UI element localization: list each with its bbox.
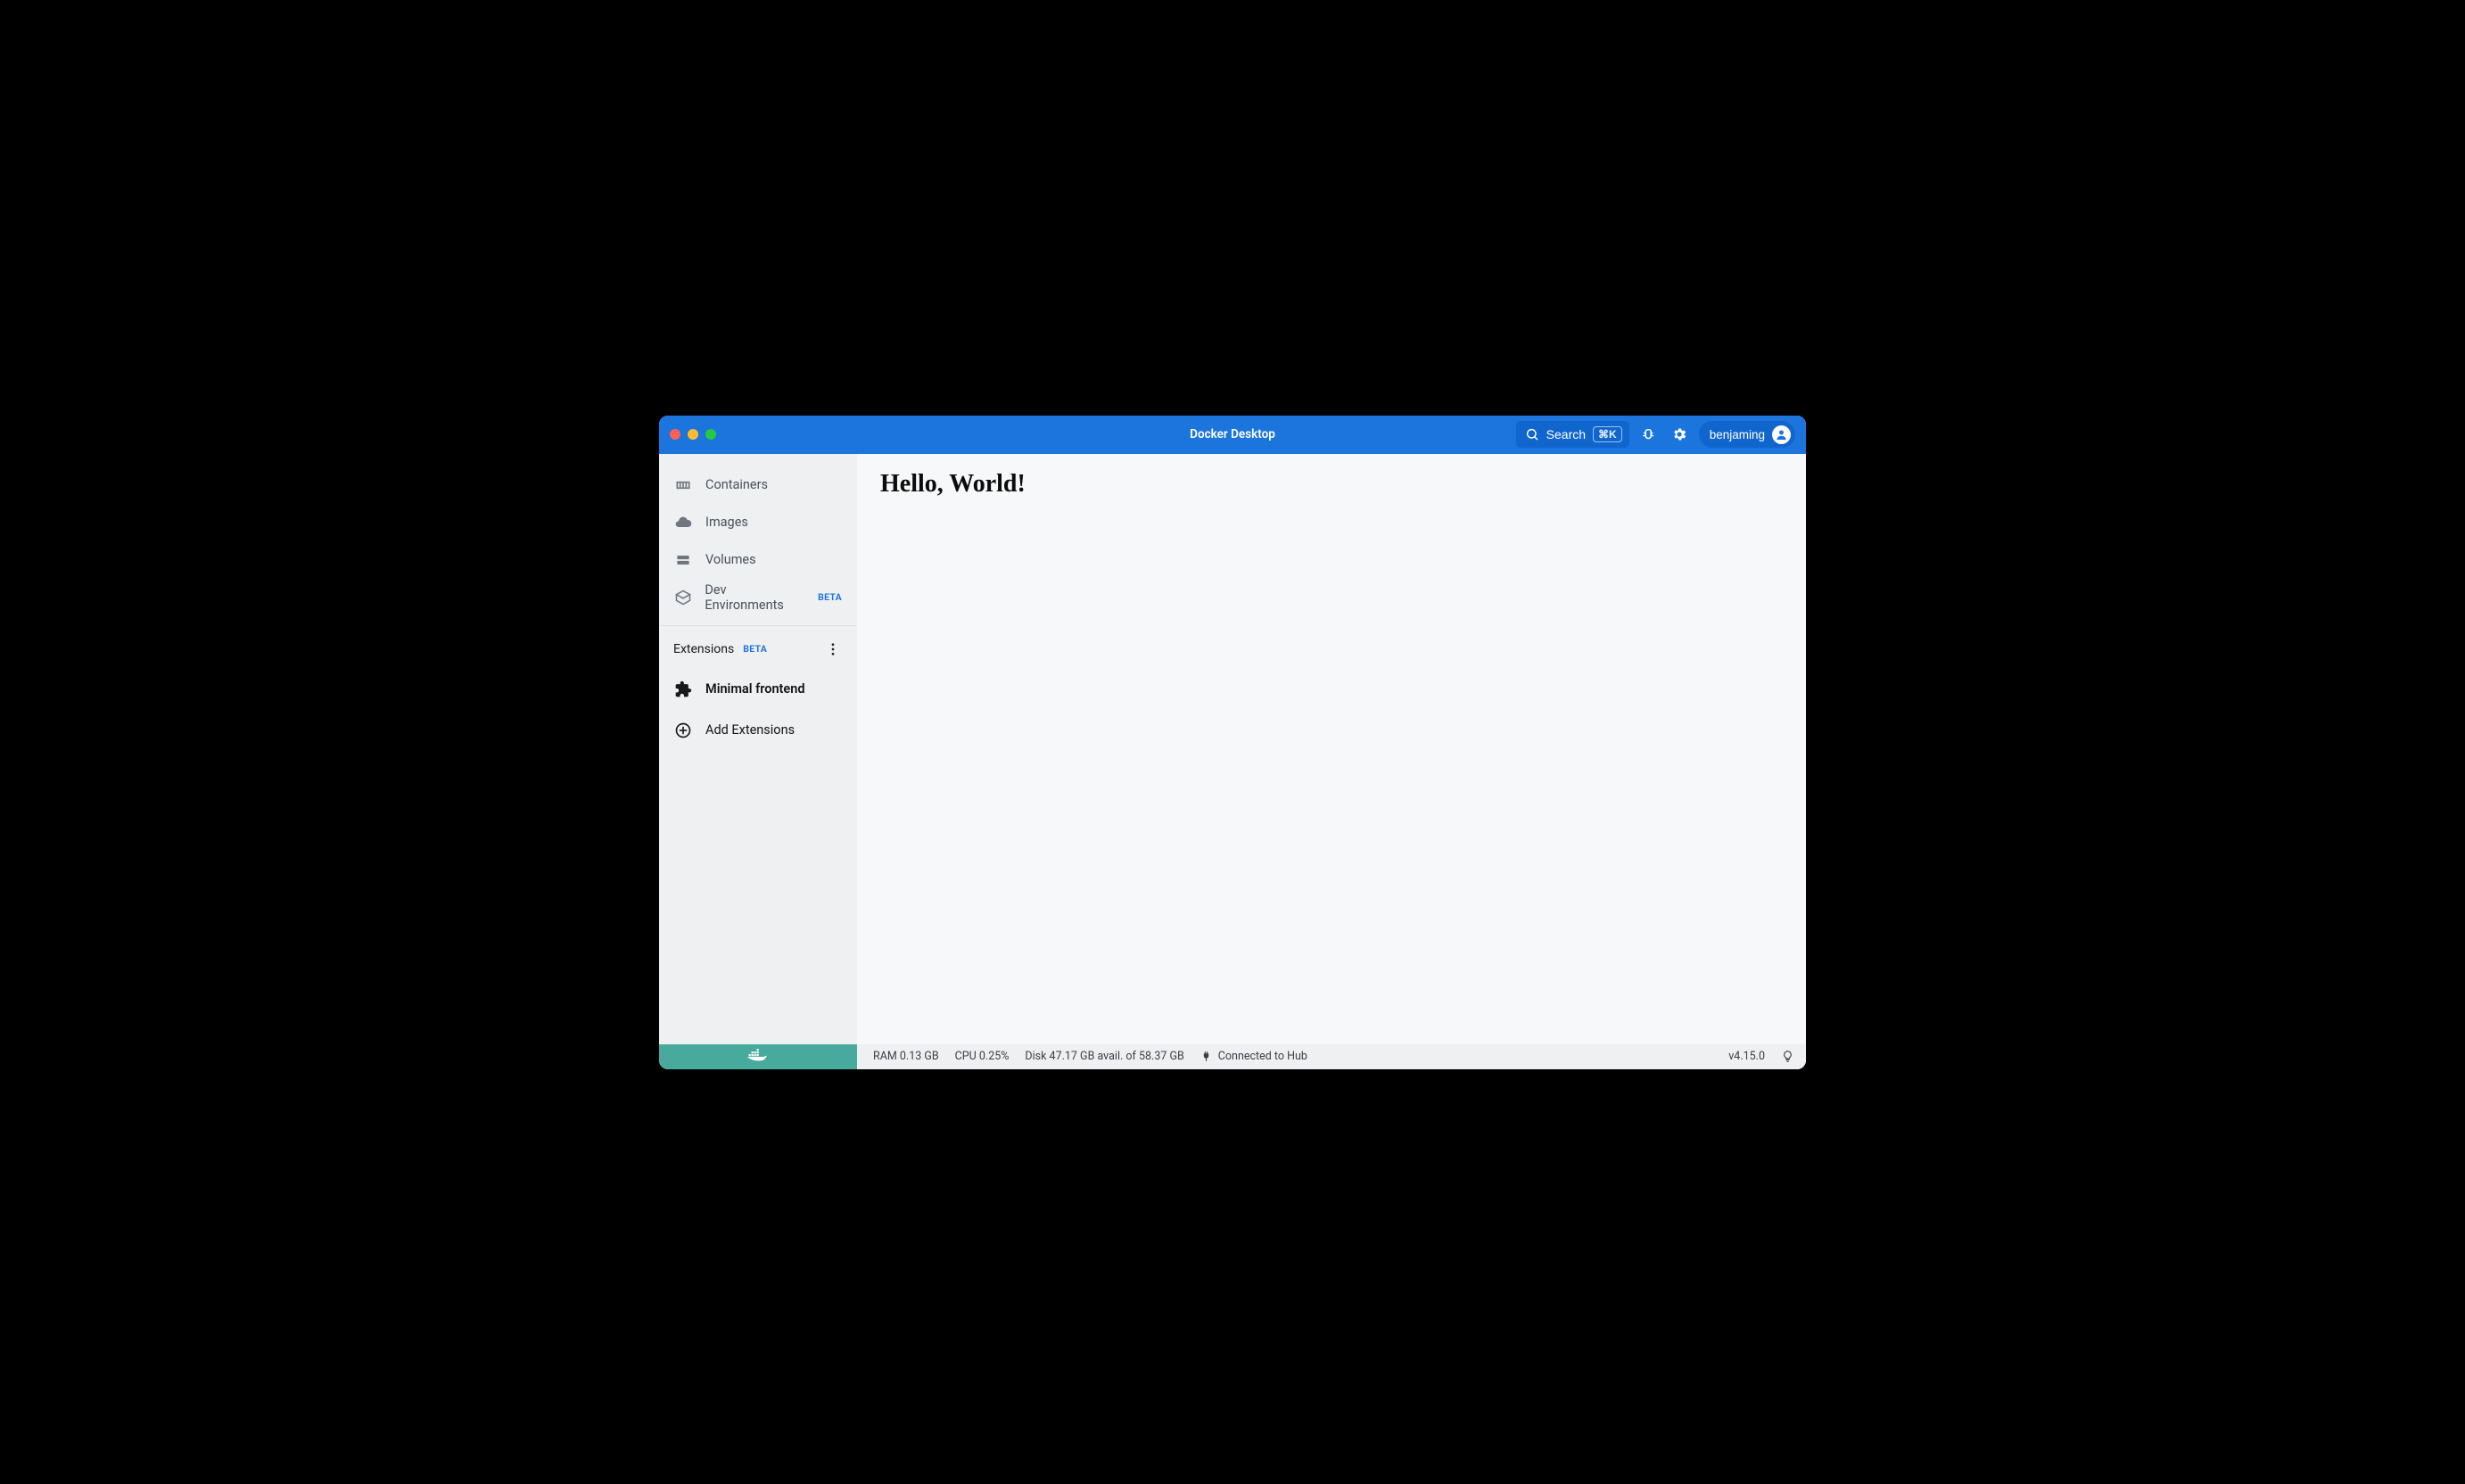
status-cpu: CPU 0.25% [955,1050,1010,1063]
whale-icon [746,1049,771,1065]
more-vertical-icon [825,641,841,657]
volumes-icon [673,550,693,570]
containers-icon [673,475,693,495]
titlebar-right: Search ⌘K benjaming [1516,421,1795,448]
close-window-button[interactable] [670,429,680,440]
sidebar-item-label: Dev Environments [705,582,805,613]
statusbar-info: RAM 0.13 GB CPU 0.25% Disk 47.17 GB avai… [857,1044,1806,1069]
plus-circle-icon [673,721,693,740]
add-extensions-label: Add Extensions [705,722,795,738]
main-content: Hello, World! [857,454,1806,1044]
plug-icon [1200,1051,1213,1063]
extensions-header: Extensions BETA [659,630,856,669]
window-controls [670,429,716,440]
search-shortcut: ⌘K [1593,426,1622,442]
beta-badge: BETA [818,591,842,603]
app-title: Docker Desktop [1190,427,1275,441]
sidebar-item-dev-environments[interactable]: Dev Environments BETA [659,579,856,616]
extensions-header-label: Extensions [673,642,734,656]
sidebar-item-label: Volumes [705,552,756,567]
titlebar: Docker Desktop Search ⌘K benjaming [659,416,1806,454]
sidebar-item-label: Images [705,515,748,530]
extension-icon [673,680,693,699]
sidebar-item-label: Containers [705,477,768,492]
bug-icon [1641,426,1657,442]
beta-badge: BETA [743,643,767,655]
cloud-icon [673,513,693,532]
dev-env-icon [673,588,692,607]
sidebar: Containers Images Volumes Dev Environmen… [659,454,857,1044]
minimize-window-button[interactable] [688,429,698,440]
maximize-window-button[interactable] [705,429,716,440]
sidebar-item-volumes[interactable]: Volumes [659,541,856,579]
status-version: v4.15.0 [1728,1050,1765,1063]
statusbar: RAM 0.13 GB CPU 0.25% Disk 47.17 GB avai… [659,1044,1806,1069]
search-icon [1525,427,1539,441]
troubleshoot-button[interactable] [1638,424,1660,445]
extension-item-minimal-frontend[interactable]: Minimal frontend [659,669,856,710]
account-button[interactable]: benjaming [1699,421,1795,448]
docker-status[interactable] [659,1044,857,1069]
extension-item-label: Minimal frontend [705,681,805,697]
status-connection-label: Connected to Hub [1218,1050,1307,1063]
extensions-more-button[interactable] [822,639,844,660]
user-avatar-icon [1772,425,1791,444]
app-window: Docker Desktop Search ⌘K benjaming [659,416,1806,1069]
page-heading: Hello, World! [880,470,1783,499]
feedback-button[interactable] [1781,1051,1793,1063]
search-button[interactable]: Search ⌘K [1516,421,1629,448]
status-ram: RAM 0.13 GB [873,1050,939,1063]
user-name: benjaming [1710,428,1765,441]
sidebar-item-containers[interactable]: Containers [659,466,856,504]
gear-icon [1671,426,1687,442]
add-extensions-button[interactable]: Add Extensions [659,710,856,751]
lightbulb-icon [1781,1050,1794,1063]
sidebar-item-images[interactable]: Images [659,504,856,541]
app-body: Containers Images Volumes Dev Environmen… [659,454,1806,1044]
divider [659,625,856,626]
status-disk: Disk 47.17 GB avail. of 58.37 GB [1025,1050,1183,1063]
settings-button[interactable] [1669,424,1690,445]
search-label: Search [1546,427,1586,441]
status-connection: Connected to Hub [1200,1050,1307,1063]
